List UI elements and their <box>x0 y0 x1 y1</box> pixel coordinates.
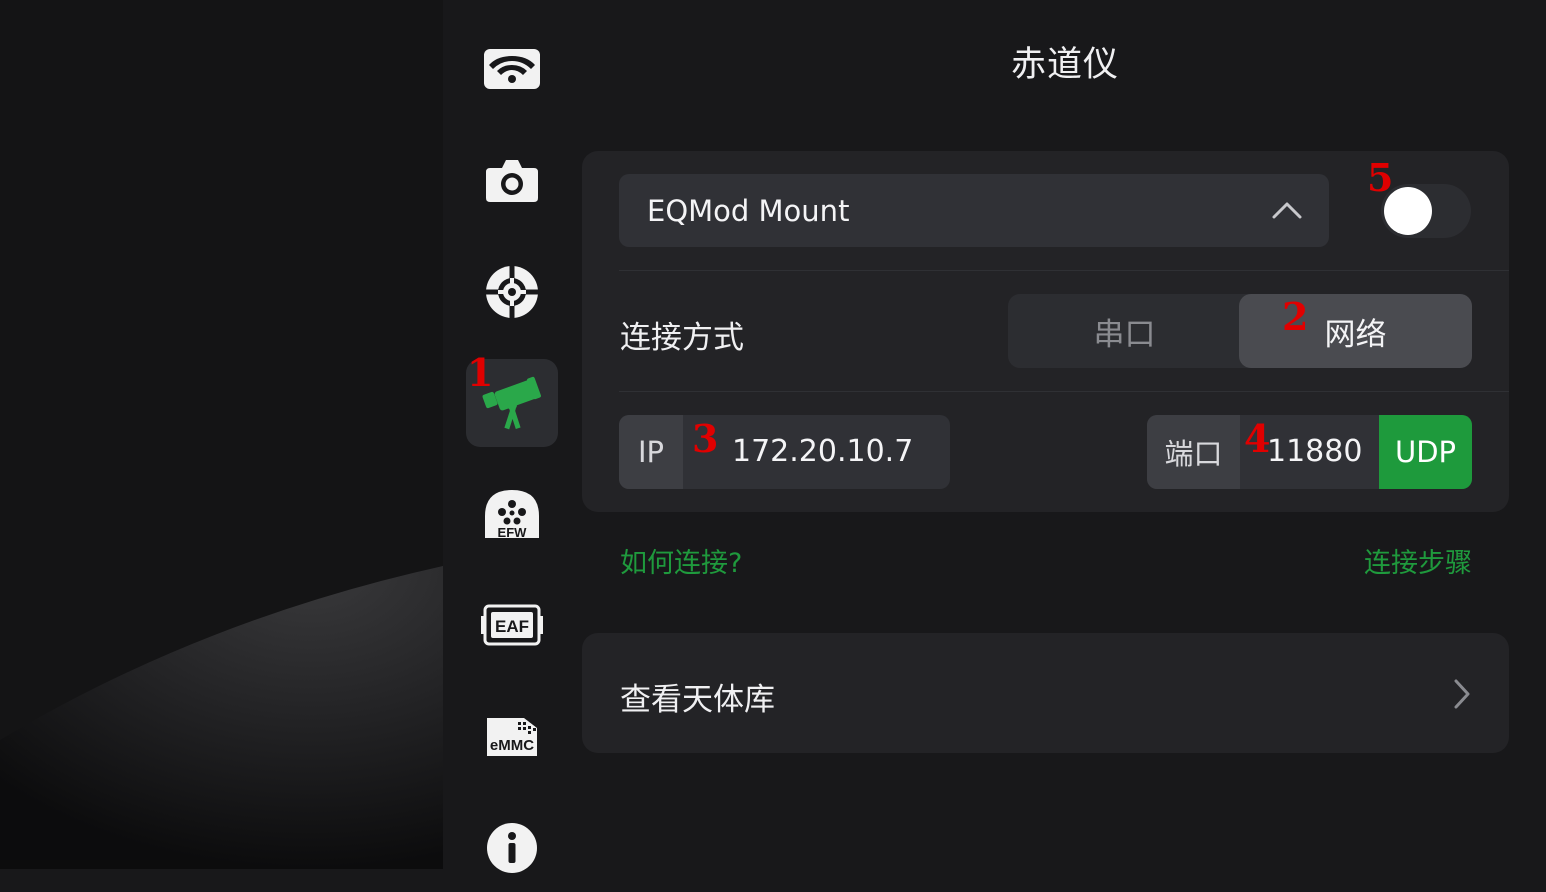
sidebar-item-camera[interactable] <box>466 136 558 224</box>
filter-wheel-label: EFW <box>498 525 528 540</box>
divider <box>619 391 1509 392</box>
chevron-up-icon <box>1272 202 1302 219</box>
connection-method-selector: 串口 网络 <box>1008 294 1472 368</box>
annotation-marker-4: 4 <box>1244 416 1271 461</box>
view-catalog-label: 查看天体库 <box>620 682 775 718</box>
divider <box>619 270 1509 271</box>
view-catalog-row[interactable]: 查看天体库 <box>582 633 1509 753</box>
connection-steps-link[interactable]: 连接步骤 <box>1364 541 1472 580</box>
sidebar-item-storage[interactable]: eMMC <box>466 693 558 781</box>
focuser-icon: EAF <box>481 604 543 646</box>
how-to-connect-link[interactable]: 如何连接? <box>620 541 742 580</box>
wallpaper-background <box>0 0 443 869</box>
info-icon <box>487 823 537 873</box>
guide-crosshair-icon <box>485 265 539 319</box>
connection-option-network[interactable]: 网络 <box>1239 294 1472 368</box>
mount-model-value: EQMod Mount <box>647 193 850 228</box>
annotation-marker-3: 3 <box>692 416 719 461</box>
ip-address-field[interactable]: IP 172.20.10.7 <box>619 415 950 489</box>
annotation-marker-2: 2 <box>1282 294 1309 339</box>
connection-method-label: 连接方式 <box>620 320 744 356</box>
sidebar-item-focuser[interactable]: EAF <box>466 581 558 669</box>
page-title: 赤道仪 <box>1010 45 1119 85</box>
mount-model-dropdown[interactable]: EQMod Mount <box>619 174 1329 247</box>
connection-option-serial[interactable]: 串口 <box>1008 294 1241 368</box>
ip-label: IP <box>619 415 683 489</box>
port-field[interactable]: 端口 11880 UDP <box>1147 415 1472 489</box>
storage-label: eMMC <box>490 737 534 754</box>
camera-icon <box>486 160 538 202</box>
sidebar-item-guide[interactable] <box>466 248 558 336</box>
sidebar-item-filter-wheel[interactable]: EFW <box>466 470 558 558</box>
chevron-right-icon <box>1454 679 1470 709</box>
filter-wheel-icon: EFW <box>485 490 539 540</box>
sidebar-item-wifi[interactable] <box>466 25 558 113</box>
port-value[interactable]: 11880 <box>1267 434 1362 469</box>
protocol-button[interactable]: UDP <box>1379 415 1472 489</box>
port-label: 端口 <box>1147 415 1240 489</box>
focuser-label: EAF <box>495 617 529 636</box>
wifi-icon <box>484 49 540 89</box>
mount-connect-toggle[interactable] <box>1381 184 1471 238</box>
annotation-marker-1: 1 <box>467 350 494 395</box>
sidebar-item-info[interactable] <box>466 804 558 892</box>
annotation-marker-5: 5 <box>1367 155 1394 200</box>
storage-icon: eMMC <box>487 718 537 756</box>
ip-address-value[interactable]: 172.20.10.7 <box>732 434 913 469</box>
